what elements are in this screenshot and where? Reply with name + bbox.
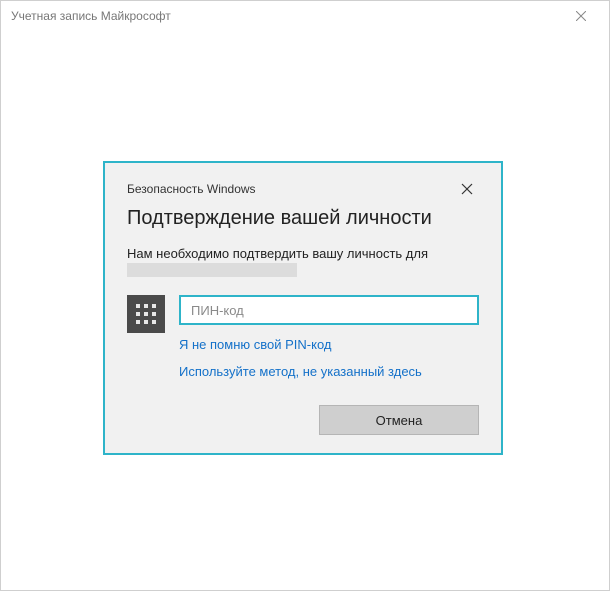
close-icon [576,11,586,21]
keypad-icon [127,295,165,333]
close-icon [461,183,473,195]
security-dialog: Безопасность Windows Подтверждение вашей… [103,161,503,455]
dialog-subheading: Безопасность Windows [127,182,256,196]
outer-titlebar: Учетная запись Майкрософт [1,1,609,31]
dialog-close-button[interactable] [455,177,479,201]
dialog-title: Подтверждение вашей личности [127,207,479,230]
outer-window: Учетная запись Майкрософт Безопасность W… [0,0,610,591]
pin-input[interactable] [179,295,479,325]
other-method-link[interactable]: Используйте метод, не указанный здесь [179,364,479,379]
outer-window-title: Учетная запись Майкрософт [11,9,561,23]
dialog-header: Безопасность Windows [127,177,479,201]
outer-close-button[interactable] [561,2,601,30]
dialog-button-row: Отмена [127,405,479,435]
cancel-button[interactable]: Отмена [319,405,479,435]
forgot-pin-link[interactable]: Я не помню свой PIN-код [179,337,479,352]
identity-prompt-text: Нам необходимо подтвердить вашу личность… [127,246,479,261]
pin-entry-row: Я не помню свой PIN-код Используйте мето… [127,295,479,379]
identity-account-redacted [127,263,297,277]
pin-column: Я не помню свой PIN-код Используйте мето… [179,295,479,379]
